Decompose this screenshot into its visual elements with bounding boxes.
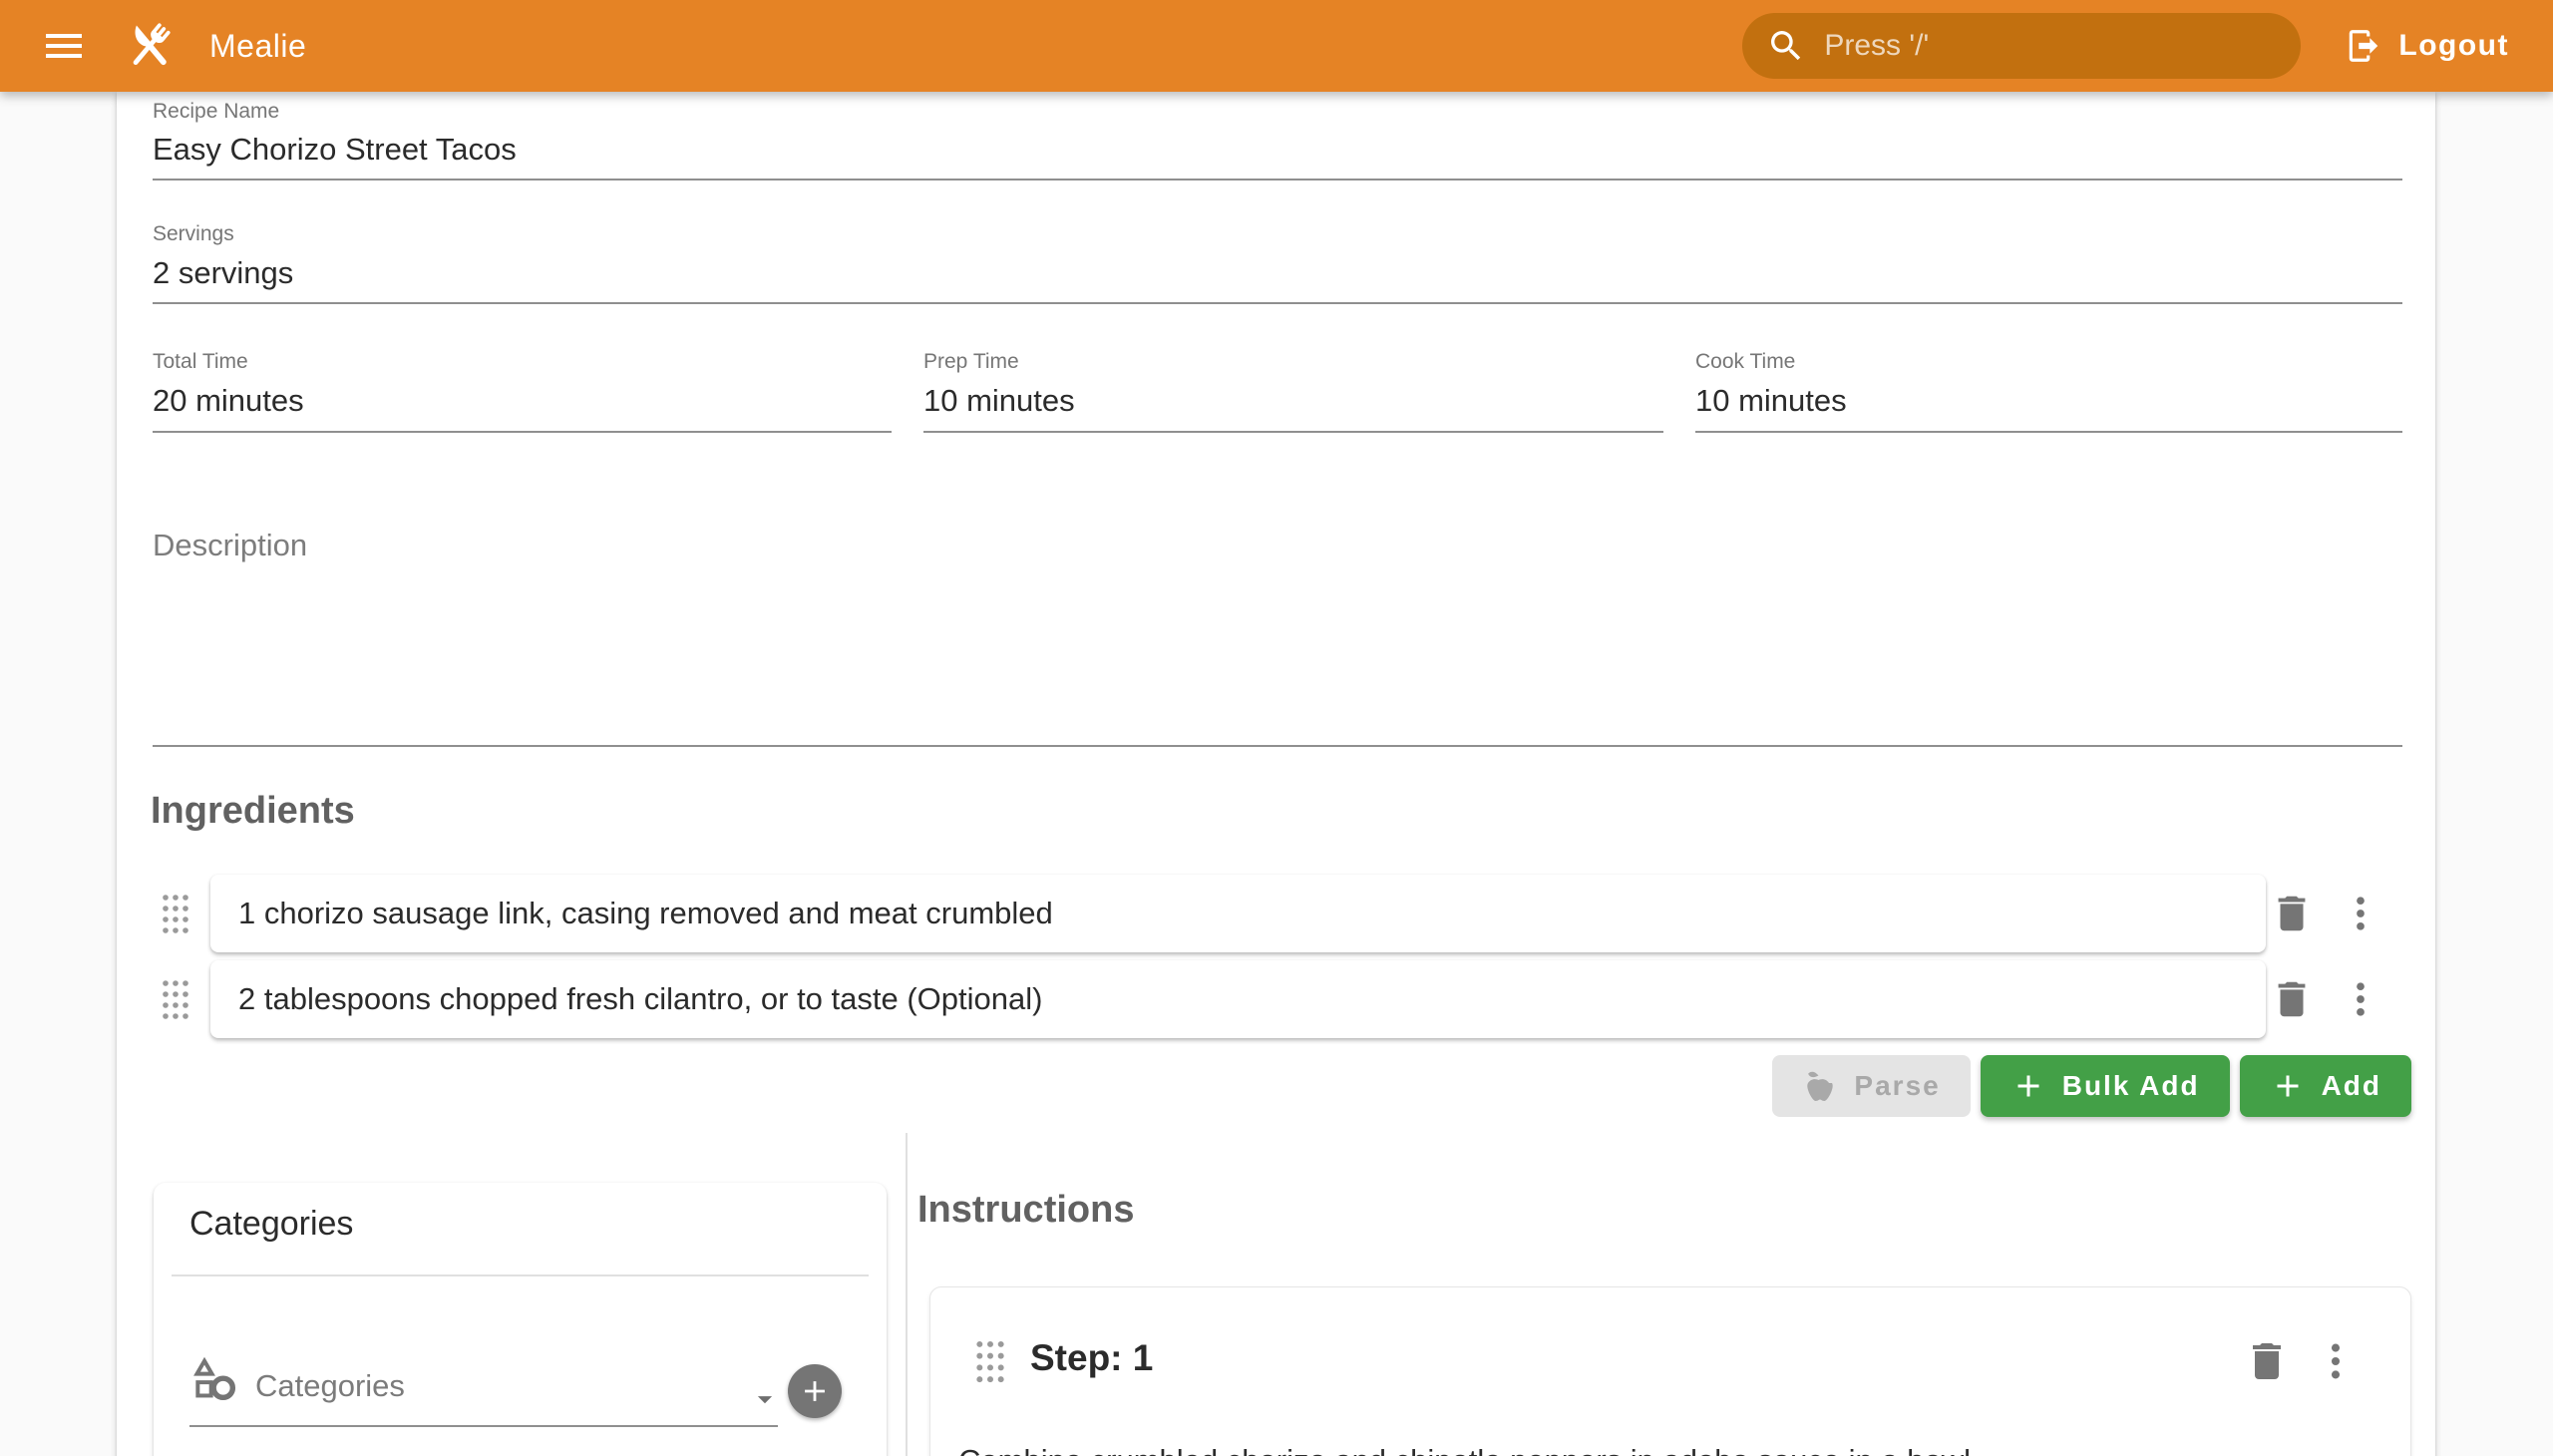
recipe-name-input[interactable]: Easy Chorizo Street Tacos xyxy=(153,132,517,168)
recipe-name-label: Recipe Name xyxy=(153,100,279,124)
categories-card-title: Categories xyxy=(189,1205,353,1244)
chevron-down-icon[interactable] xyxy=(748,1382,782,1416)
silverware-logo-icon xyxy=(116,12,183,80)
instruction-step-card: Step: 1 Combine crumbled chorizo and chi… xyxy=(929,1286,2411,1456)
total-time-underline xyxy=(153,431,892,433)
ingredient-input[interactable]: 2 tablespoons chopped fresh cilantro, or… xyxy=(210,960,2266,1038)
menu-icon xyxy=(40,22,88,70)
ingredient-menu-button[interactable] xyxy=(2339,977,2382,1021)
ingredient-row: 1 chorizo sausage link, casing removed a… xyxy=(117,875,2435,952)
categories-select[interactable]: Categories xyxy=(255,1368,405,1404)
search-bar[interactable] xyxy=(1742,13,2301,79)
drag-handle-icon[interactable] xyxy=(974,1338,1006,1384)
column-divider xyxy=(906,1133,908,1456)
add-label: Add xyxy=(2322,1070,2381,1102)
step-text-input[interactable]: Combine crumbled chorizo and chipotle pe… xyxy=(958,1439,2371,1456)
drag-handle-icon[interactable] xyxy=(161,978,190,1020)
kebab-menu-icon xyxy=(2313,1338,2359,1384)
categories-card: Categories Categories xyxy=(154,1183,887,1456)
categories-divider xyxy=(172,1274,869,1276)
plus-icon xyxy=(2270,1068,2306,1104)
delete-ingredient-button[interactable] xyxy=(2269,976,2315,1022)
apple-icon xyxy=(1802,1068,1838,1104)
delete-icon xyxy=(2269,891,2315,936)
ingredient-actions: Parse Bulk Add Add xyxy=(1772,1055,2411,1117)
ingredient-input[interactable]: 1 chorizo sausage link, casing removed a… xyxy=(210,875,2266,952)
mealie-recipe-editor: Mealie Logout Recipe Name Easy Chorizo S… xyxy=(0,0,2553,1456)
app-bar: Mealie Logout xyxy=(0,0,2553,92)
total-time-label: Total Time xyxy=(153,350,248,374)
search-input[interactable] xyxy=(1822,28,2277,64)
bulk-add-button[interactable]: Bulk Add xyxy=(1981,1055,2230,1117)
cook-time-input[interactable]: 10 minutes xyxy=(1695,383,1847,419)
plus-icon xyxy=(2010,1068,2046,1104)
delete-step-button[interactable] xyxy=(2243,1337,2291,1385)
servings-input[interactable]: 2 servings xyxy=(153,255,293,291)
step-title: Step: 1 xyxy=(1030,1337,1153,1379)
prep-time-label: Prep Time xyxy=(923,350,1019,374)
categories-select-underline xyxy=(189,1425,778,1427)
add-ingredient-button[interactable]: Add xyxy=(2240,1055,2411,1117)
ingredients-heading: Ingredients xyxy=(151,790,355,833)
prep-time-underline xyxy=(923,431,1663,433)
kebab-menu-icon xyxy=(2339,977,2382,1021)
servings-underline xyxy=(153,302,2402,304)
recipe-name-underline xyxy=(153,179,2402,181)
app-title: Mealie xyxy=(209,28,306,65)
logout-icon xyxy=(2345,27,2382,65)
cook-time-underline xyxy=(1695,431,2402,433)
recipe-form-card: Recipe Name Easy Chorizo Street Tacos Se… xyxy=(117,92,2435,1456)
delete-icon xyxy=(2269,976,2315,1022)
servings-label: Servings xyxy=(153,222,234,246)
plus-icon xyxy=(798,1374,832,1408)
parse-label: Parse xyxy=(1854,1070,1940,1102)
search-icon xyxy=(1766,26,1806,66)
parse-button[interactable]: Parse xyxy=(1772,1055,1970,1117)
bulk-add-label: Bulk Add xyxy=(2062,1070,2200,1102)
cook-time-label: Cook Time xyxy=(1695,350,1795,374)
add-category-button[interactable] xyxy=(788,1364,842,1418)
ingredient-menu-button[interactable] xyxy=(2339,892,2382,935)
logout-label: Logout xyxy=(2398,29,2509,63)
kebab-menu-icon xyxy=(2339,892,2382,935)
description-textarea[interactable]: Description xyxy=(153,528,307,563)
delete-ingredient-button[interactable] xyxy=(2269,891,2315,936)
instructions-heading: Instructions xyxy=(917,1189,1134,1232)
category-shapes-icon xyxy=(189,1354,239,1404)
delete-icon xyxy=(2243,1337,2291,1385)
total-time-input[interactable]: 20 minutes xyxy=(153,383,304,419)
logout-button[interactable]: Logout xyxy=(2335,21,2519,71)
description-underline xyxy=(153,745,2402,747)
hamburger-menu-button[interactable] xyxy=(36,18,92,74)
step-menu-button[interactable] xyxy=(2313,1338,2359,1384)
prep-time-input[interactable]: 10 minutes xyxy=(923,383,1075,419)
ingredient-row: 2 tablespoons chopped fresh cilantro, or… xyxy=(117,960,2435,1038)
drag-handle-icon[interactable] xyxy=(161,893,190,934)
